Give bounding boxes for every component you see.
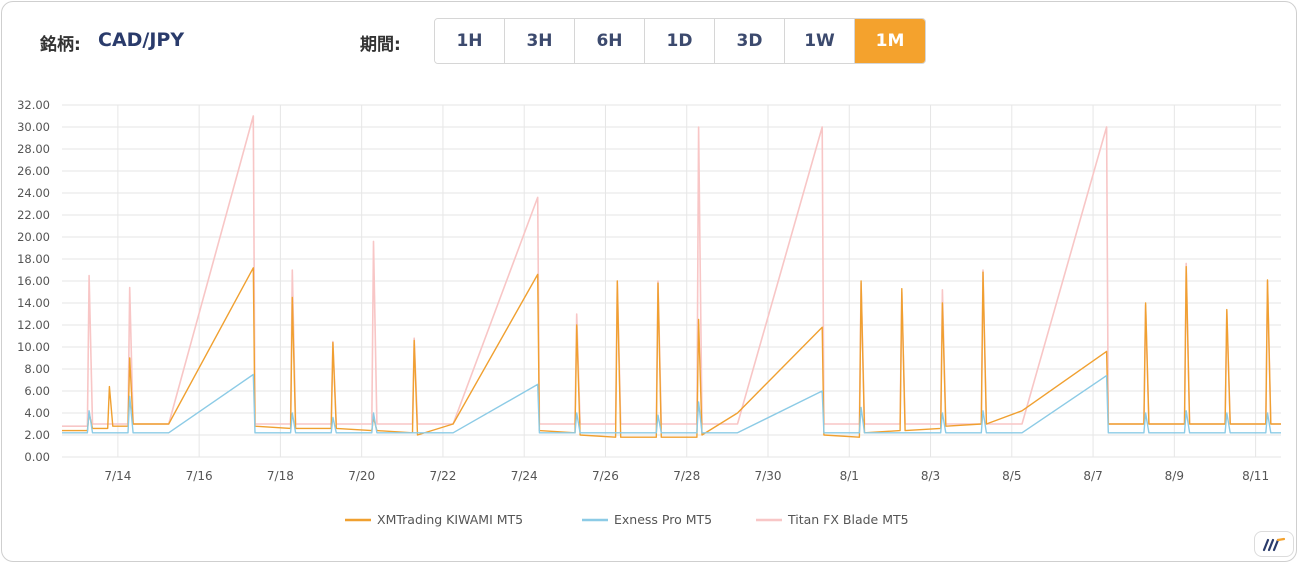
legend-label: Titan FX Blade MT5	[787, 512, 909, 527]
x-tick-label: 8/7	[1083, 469, 1102, 483]
x-tick-label: 8/5	[1002, 469, 1021, 483]
y-tick-label: 6.00	[24, 384, 50, 398]
y-tick-label: 22.00	[17, 208, 50, 222]
y-tick-label: 24.00	[17, 186, 50, 200]
y-tick-label: 26.00	[17, 164, 50, 178]
y-tick-label: 0.00	[24, 450, 50, 464]
x-tick-label: 7/18	[267, 469, 294, 483]
x-tick-label: 7/26	[592, 469, 619, 483]
x-tick-label: 7/24	[511, 469, 538, 483]
spread-chart: 0.00 2.00 4.00 6.00 8.00 10.00 12.00 14.00 16.00…	[17, 98, 1281, 527]
x-tick-label: 7/14	[104, 469, 131, 483]
y-tick-label: 14.00	[17, 296, 50, 310]
x-tick-label: 7/28	[673, 469, 700, 483]
y-tick-label: 32.00	[17, 98, 50, 112]
x-tick-label: 8/9	[1165, 469, 1184, 483]
y-tick-label: 4.00	[24, 406, 50, 420]
y-tick-label: 12.00	[17, 318, 50, 332]
x-tick-label: 7/20	[348, 469, 375, 483]
y-tick-label: 16.00	[17, 274, 50, 288]
y-tick-label: 28.00	[17, 142, 50, 156]
x-tick-label: 8/1	[840, 469, 859, 483]
x-tick-label: 7/16	[186, 469, 213, 483]
y-tick-label: 2.00	[24, 428, 50, 442]
x-tick-label: 7/22	[429, 469, 456, 483]
y-tick-label: 8.00	[24, 362, 50, 376]
y-tick-label: 20.00	[17, 230, 50, 244]
y-tick-label: 10.00	[17, 340, 50, 354]
x-tick-label: 8/11	[1242, 469, 1269, 483]
x-tick-label: 8/3	[921, 469, 940, 483]
x-tick-label: 7/30	[755, 469, 782, 483]
y-tick-label: 18.00	[17, 252, 50, 266]
legend-label: XMTrading KIWAMI MT5	[377, 512, 523, 527]
series-line-xmtrading-kiwami-mt5	[62, 266, 1281, 438]
y-tick-label: 30.00	[17, 120, 50, 134]
legend-label: Exness Pro MT5	[614, 512, 712, 527]
